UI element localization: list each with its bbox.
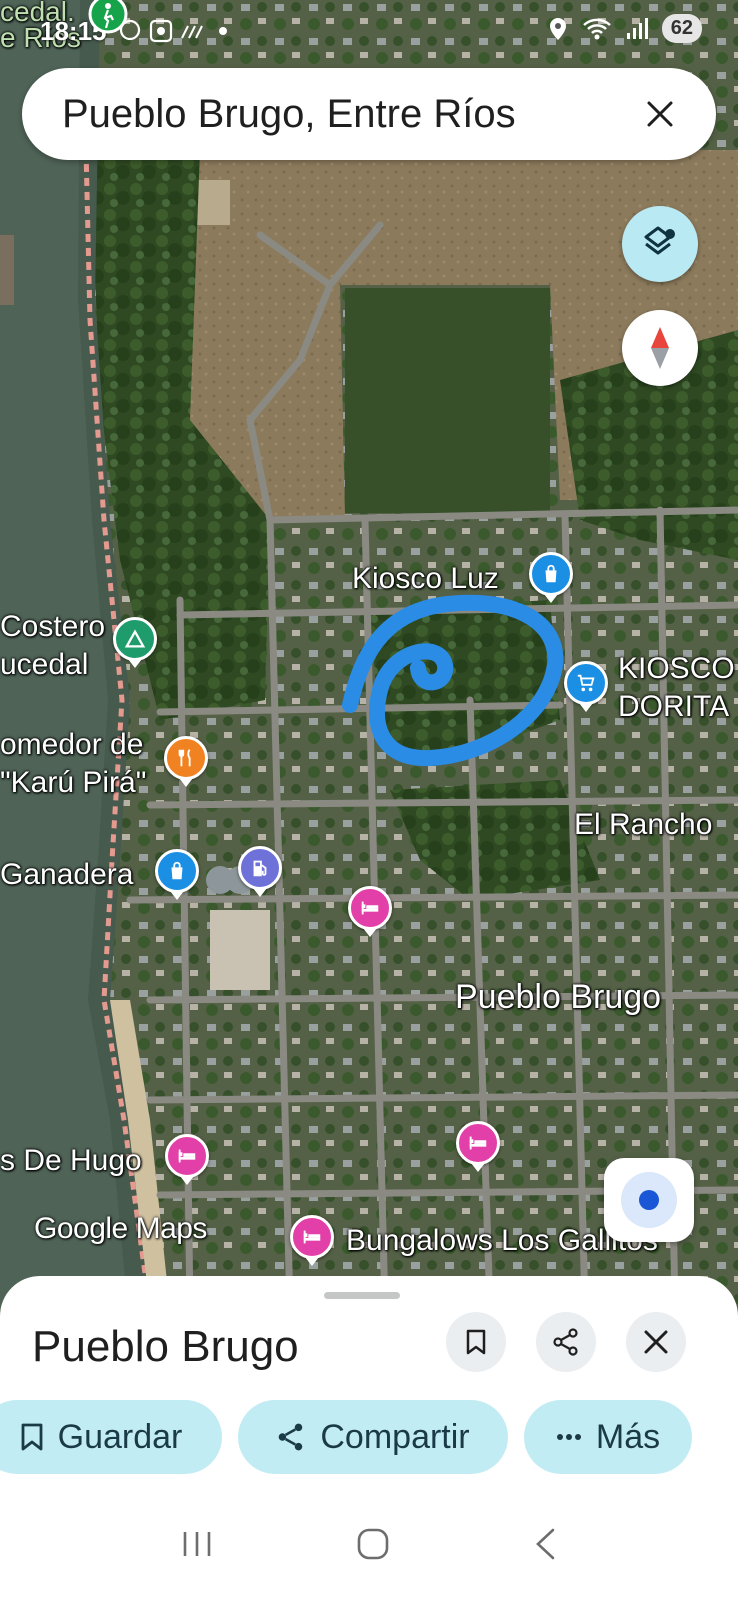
map-label-kiosco-dorita[interactable]: DORITA [618, 690, 729, 724]
search-input[interactable]: Pueblo Brugo, Entre Ríos [62, 92, 630, 137]
more-button[interactable]: Más [524, 1400, 692, 1474]
share-button-label: Compartir [320, 1417, 470, 1456]
bed-icon[interactable] [348, 886, 392, 937]
map-label-costero[interactable]: Costero [0, 610, 105, 644]
map-label-comedor[interactable]: "Karú Pirá" [0, 766, 146, 800]
data-saver-icon [181, 25, 203, 39]
system-navigation-bar [0, 1488, 738, 1600]
recent-apps-icon[interactable] [181, 1529, 213, 1559]
bed-icon[interactable] [456, 1121, 500, 1172]
signal-icon [626, 17, 648, 39]
wifi-icon [582, 18, 611, 39]
map-view[interactable]: cedal. e Ríos Kiosco Luz KIOSCO DORITA C… [0, 0, 738, 1310]
gas-station-icon[interactable] [238, 846, 282, 897]
save-icon-button[interactable] [446, 1312, 506, 1372]
clear-search-button[interactable] [630, 84, 690, 144]
close-icon [647, 101, 673, 127]
shopping-bag-icon[interactable] [529, 552, 573, 603]
layers-button[interactable] [622, 206, 698, 282]
location-dot [639, 1190, 659, 1210]
bookmark-icon [466, 1329, 486, 1355]
map-label-pueblo-brugo[interactable]: Pueblo Brugo [455, 978, 661, 1017]
map-label-kiosco-luz[interactable]: Kiosco Luz [352, 562, 499, 596]
share-icon [553, 1328, 578, 1356]
bed-icon[interactable] [290, 1215, 334, 1266]
share-icon [279, 1423, 303, 1451]
status-bar: 18:15 62 [0, 0, 738, 62]
cart-icon[interactable] [564, 661, 608, 712]
notification-dot-icon [219, 27, 227, 35]
google-maps-logo: Google Maps [34, 1212, 207, 1245]
map-label-kiosco-dorita[interactable]: KIOSCO [618, 652, 735, 686]
search-bar[interactable]: Pueblo Brugo, Entre Ríos [22, 68, 716, 160]
my-location-button[interactable] [604, 1158, 694, 1242]
screenshot-icon [149, 19, 173, 43]
close-sheet-button[interactable] [626, 1312, 686, 1372]
bed-icon[interactable] [165, 1134, 209, 1185]
restaurant-icon[interactable] [164, 736, 208, 787]
share-button[interactable]: Compartir [238, 1400, 508, 1474]
bookmark-icon [21, 1423, 43, 1451]
more-button-label: Más [595, 1417, 661, 1456]
more-horizontal-icon [556, 1434, 581, 1440]
my-location-icon [621, 1172, 677, 1228]
home-icon[interactable] [356, 1527, 390, 1561]
map-label-costero[interactable]: ucedal [0, 648, 88, 682]
place-title: Pueblo Brugo [32, 1322, 299, 1371]
map-label-comedor[interactable]: omedor de [0, 728, 143, 762]
layers-icon [644, 226, 675, 255]
shopping-bag-icon[interactable] [155, 849, 199, 900]
drag-handle[interactable] [324, 1292, 400, 1299]
compass-icon [651, 327, 669, 369]
compass-button[interactable] [622, 310, 698, 386]
map-label-el-rancho[interactable]: El Rancho [574, 808, 712, 842]
map-label-de-hugo[interactable]: s De Hugo [0, 1144, 142, 1178]
whatsapp-icon [119, 19, 141, 41]
save-button-label: Guardar [57, 1417, 183, 1456]
share-icon-button[interactable] [536, 1312, 596, 1372]
map-label-ganadera[interactable]: Ganadera [0, 858, 133, 892]
tent-icon[interactable] [113, 617, 157, 668]
save-button[interactable]: Guardar [0, 1400, 222, 1474]
close-icon [644, 1330, 668, 1354]
back-icon[interactable] [533, 1527, 557, 1561]
battery-indicator: 62 [661, 14, 702, 43]
location-icon [549, 17, 566, 40]
